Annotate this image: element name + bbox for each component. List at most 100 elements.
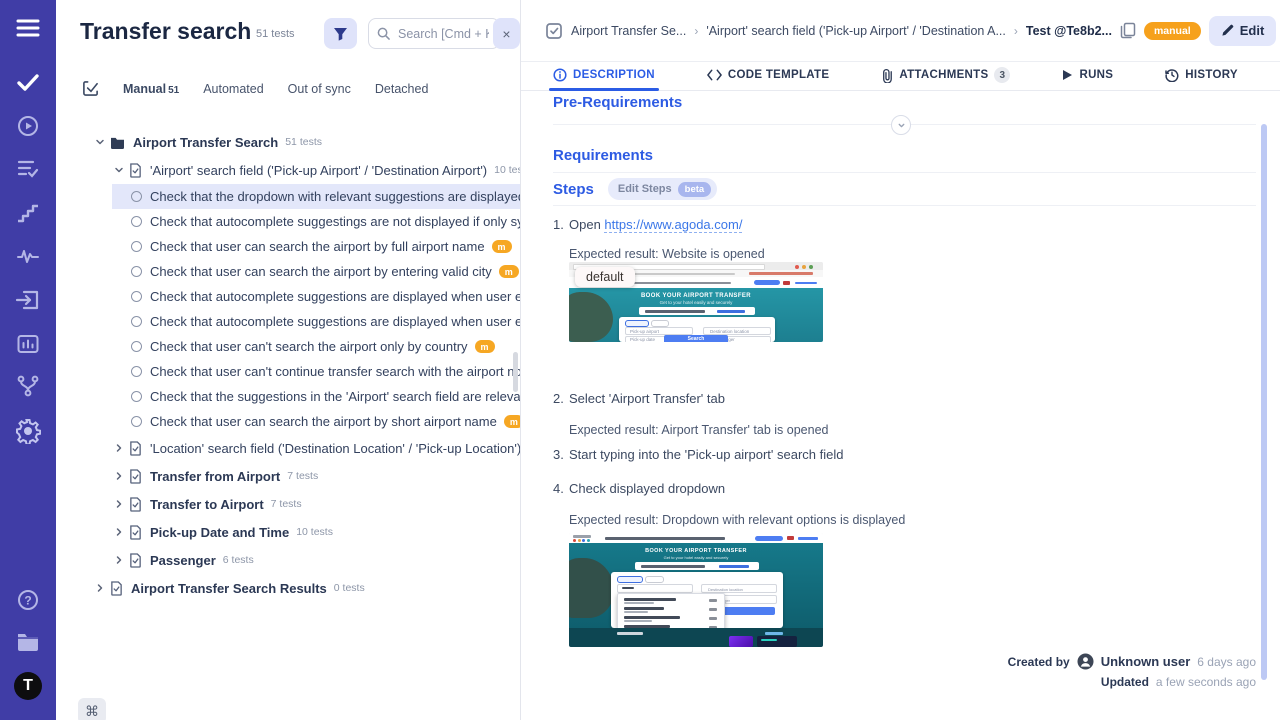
- test-row[interactable]: Check that user can't search the airport…: [112, 334, 520, 359]
- test-row[interactable]: Check that user can search the airport b…: [112, 259, 520, 284]
- tab-runs[interactable]: RUNS: [1062, 62, 1113, 88]
- breadcrumb-suite-root[interactable]: Airport Transfer Se...: [571, 24, 686, 38]
- tree-suite-location-search-field[interactable]: 'Location' search field ('Destination Lo…: [56, 434, 521, 462]
- tree-suite-transfer-from-airport[interactable]: Transfer from Airport 7 tests: [56, 462, 521, 490]
- settings-gear-icon[interactable]: [0, 418, 56, 444]
- test-runs-play-icon[interactable]: [0, 114, 56, 138]
- manual-badge: m: [492, 240, 512, 253]
- test-status-circle-icon: [131, 216, 142, 227]
- chevron-right-icon[interactable]: [113, 470, 125, 482]
- test-cases-check-icon[interactable]: [0, 72, 56, 92]
- browser-dot: [795, 265, 799, 269]
- tree-root-count: 51 tests: [285, 136, 322, 148]
- test-row[interactable]: Check that user can search the airport b…: [112, 234, 520, 259]
- play-icon: [1062, 69, 1073, 81]
- tab-history[interactable]: HISTORY: [1165, 62, 1238, 88]
- search-input[interactable]: [396, 26, 491, 42]
- tab-automated[interactable]: Automated: [203, 82, 263, 96]
- chevron-right-icon[interactable]: [113, 498, 125, 510]
- keyboard-shortcuts-button[interactable]: ⌘: [78, 698, 106, 720]
- filter-button[interactable]: [324, 18, 357, 49]
- tab-attachments[interactable]: ATTACHMENTS 3: [881, 62, 1010, 88]
- suite-label: Pick-up Date and Time: [150, 525, 289, 540]
- svg-text:?: ?: [24, 594, 31, 608]
- test-row[interactable]: Check that autocomplete suggestions are …: [112, 284, 520, 309]
- breadcrumb-test: Test: [1026, 24, 1051, 38]
- test-row[interactable]: Check that autocomplete suggestings are …: [112, 209, 520, 234]
- step-item: 4.Check displayed dropdown: [553, 481, 725, 496]
- test-row[interactable]: Check that autocomplete suggestions are …: [112, 309, 520, 334]
- test-row[interactable]: Check that the suggestions in the 'Airpo…: [112, 384, 520, 409]
- user-avatar[interactable]: T: [0, 672, 56, 700]
- tree-root-folder[interactable]: Airport Transfer Search 51 tests: [56, 128, 521, 156]
- suite-count: 7 tests: [287, 470, 318, 482]
- test-detail-panel: Airport Transfer Se... › 'Airport' searc…: [521, 0, 1280, 720]
- description-content: Pre-Requirements Requirements Steps Edit…: [521, 91, 1280, 720]
- tree-suite-pickup-date-time[interactable]: Pick-up Date and Time 10 tests: [56, 518, 521, 546]
- import-box-arrow-icon[interactable]: [0, 288, 56, 312]
- tree-suite-transfer-to-airport[interactable]: Transfer to Airport 7 tests: [56, 490, 521, 518]
- see-all-link-skeleton: [765, 632, 783, 635]
- chevron-right-icon[interactable]: [113, 442, 125, 454]
- projects-folder-icon[interactable]: [0, 630, 56, 652]
- tab-manual[interactable]: Manual51: [123, 82, 179, 96]
- tree-suite-airport-search-field[interactable]: 'Airport' search field ('Pick-up Airport…: [56, 156, 521, 184]
- test-status-circle-icon: [131, 191, 142, 202]
- chevron-right-icon[interactable]: [113, 526, 125, 538]
- step-screenshot-attachment[interactable]: BOOK YOUR AIRPORT TRANSFER Get to your h…: [569, 533, 823, 647]
- collapse-section-button[interactable]: [891, 115, 911, 135]
- tab-out-of-sync[interactable]: Out of sync: [288, 82, 351, 96]
- tree-suite-passenger[interactable]: Passenger 6 tests: [56, 546, 521, 574]
- chevron-right-icon[interactable]: [113, 554, 125, 566]
- test-row[interactable]: Check that the dropdown with relevant su…: [112, 184, 520, 209]
- search-close-button[interactable]: ×: [493, 18, 520, 49]
- attachments-count-badge: 3: [994, 67, 1010, 83]
- milestones-steps-icon[interactable]: [0, 202, 56, 224]
- edit-button[interactable]: Edit: [1209, 16, 1277, 46]
- tree-scrollbar[interactable]: [513, 352, 518, 392]
- chevron-right-icon[interactable]: [94, 582, 106, 594]
- select-all-icon[interactable]: [82, 80, 99, 97]
- created-by-label: Created by: [1008, 655, 1070, 669]
- nav-signin-skeleton: [798, 537, 818, 540]
- code-icon: [707, 69, 722, 81]
- edit-steps-button[interactable]: Edit Steps beta: [608, 178, 717, 200]
- hamburger-menu-icon[interactable]: [0, 18, 56, 38]
- test-plans-list-icon[interactable]: [0, 158, 56, 180]
- suite-label: Passenger: [150, 553, 216, 568]
- created-by-user[interactable]: Unknown user: [1101, 654, 1191, 669]
- breadcrumb-suite[interactable]: 'Airport' search field ('Pick-up Airport…: [706, 24, 1006, 38]
- pre-requirements-heading: Pre-Requirements: [553, 94, 682, 111]
- copy-icon[interactable]: [1120, 22, 1136, 39]
- step-item: 3.Start typing into the 'Pick-up airport…: [553, 447, 844, 462]
- test-label: Check that autocomplete suggestions are …: [150, 289, 520, 304]
- section-divider: [553, 205, 1256, 206]
- test-status-circle-icon: [131, 291, 142, 302]
- detail-scrollbar[interactable]: [1261, 124, 1267, 680]
- search-box[interactable]: [368, 18, 500, 49]
- nav-cta-skeleton: [754, 280, 780, 285]
- test-id[interactable]: @Te8b2...: [1054, 24, 1112, 38]
- tab-label: DESCRIPTION: [573, 69, 655, 81]
- test-row[interactable]: Check that user can search the airport b…: [112, 409, 520, 434]
- tree-suite-count: 10 tests: [494, 164, 521, 176]
- step-screenshot-attachment[interactable]: BOOK YOUR AIRPORT TRANSFER Get to your h…: [569, 262, 823, 342]
- tab-detached[interactable]: Detached: [375, 82, 429, 96]
- tree-suite-search-results[interactable]: Airport Transfer Search Results 0 tests: [56, 574, 521, 602]
- logo-dot: [587, 539, 590, 542]
- logo-dot: [578, 539, 581, 542]
- chevron-down-icon[interactable]: [113, 164, 125, 176]
- test-label: Check that user can search the airport b…: [150, 264, 492, 279]
- chevron-down-icon[interactable]: [94, 136, 106, 148]
- suggestion-sub-skeleton: [624, 611, 648, 613]
- defects-activity-icon[interactable]: [0, 245, 56, 267]
- tab-description[interactable]: DESCRIPTION: [553, 62, 655, 88]
- help-icon[interactable]: ?: [0, 588, 56, 612]
- search-button-mock: Search: [664, 335, 728, 342]
- tab-code-template[interactable]: CODE TEMPLATE: [707, 62, 829, 88]
- test-row[interactable]: Check that user can't continue transfer …: [112, 359, 520, 384]
- suite-count: 0 tests: [334, 582, 365, 594]
- analytics-chart-icon[interactable]: [0, 332, 56, 356]
- integrations-branch-icon[interactable]: [0, 374, 56, 398]
- step-link[interactable]: https://www.agoda.com/: [604, 217, 742, 233]
